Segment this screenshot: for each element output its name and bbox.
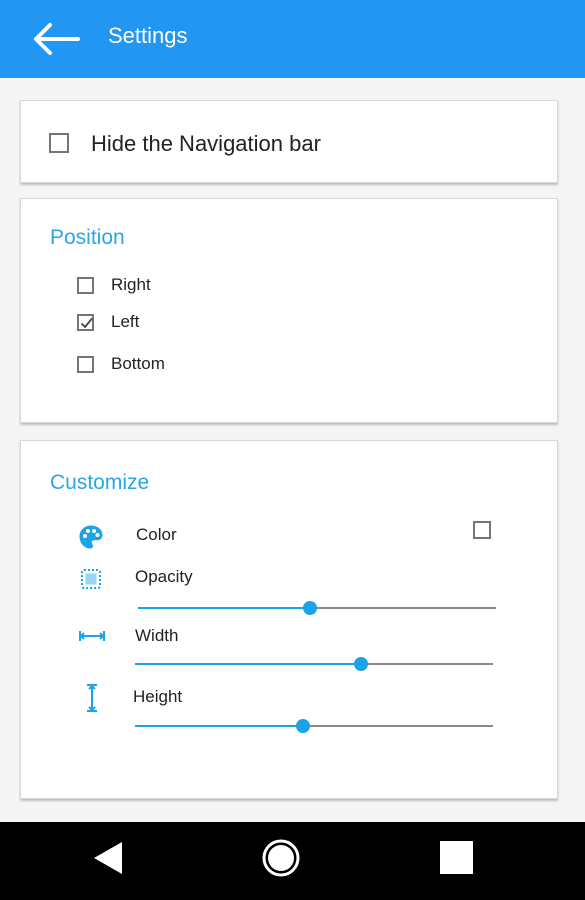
height-label: Height	[133, 687, 183, 706]
back-button[interactable]	[28, 20, 84, 58]
triangle-back-icon	[94, 842, 122, 874]
circle-home-icon	[262, 839, 300, 877]
opacity-label: Opacity	[135, 567, 193, 586]
width-slider[interactable]	[135, 654, 493, 674]
position-bottom-checkbox[interactable]	[77, 356, 94, 373]
opacity-slider[interactable]	[138, 598, 496, 618]
customize-card: Customize Color Opacity Width Height	[20, 440, 558, 799]
square-recents-icon	[440, 841, 473, 874]
width-label: Width	[135, 626, 179, 645]
color-checkbox[interactable]	[473, 521, 491, 539]
position-title: Position	[50, 226, 125, 249]
hide-nav-card: Hide the Navigation bar	[20, 100, 558, 183]
app-bar: Settings	[0, 0, 585, 78]
position-left-checkbox[interactable]	[77, 314, 94, 331]
system-recents-button[interactable]	[440, 841, 473, 878]
palette-icon	[78, 524, 104, 554]
arrow-left-icon	[34, 23, 80, 55]
hide-nav-checkbox[interactable]	[49, 133, 69, 153]
position-card: Position Right Left Bottom	[20, 198, 558, 423]
position-bottom-label: Bottom	[111, 354, 165, 373]
slider-thumb[interactable]	[296, 719, 311, 733]
customize-title: Customize	[50, 471, 150, 494]
position-left-label: Left	[111, 312, 140, 331]
width-icon	[78, 628, 106, 648]
slider-fill	[135, 725, 304, 727]
slider-thumb[interactable]	[353, 657, 368, 671]
opacity-icon	[81, 569, 101, 593]
system-back-button[interactable]	[90, 840, 126, 880]
system-home-button[interactable]	[261, 838, 301, 882]
slider-fill	[138, 607, 310, 609]
position-right-label: Right	[111, 275, 151, 294]
system-nav-bar	[0, 822, 585, 900]
slider-fill	[135, 663, 361, 665]
height-slider[interactable]	[135, 716, 493, 736]
position-right-checkbox[interactable]	[77, 277, 94, 294]
page-title: Settings	[108, 23, 188, 48]
height-icon	[85, 683, 99, 717]
checkmark-icon	[80, 317, 93, 329]
hide-nav-label: Hide the Navigation bar	[91, 131, 321, 156]
color-label: Color	[136, 525, 177, 544]
slider-thumb[interactable]	[302, 601, 317, 615]
